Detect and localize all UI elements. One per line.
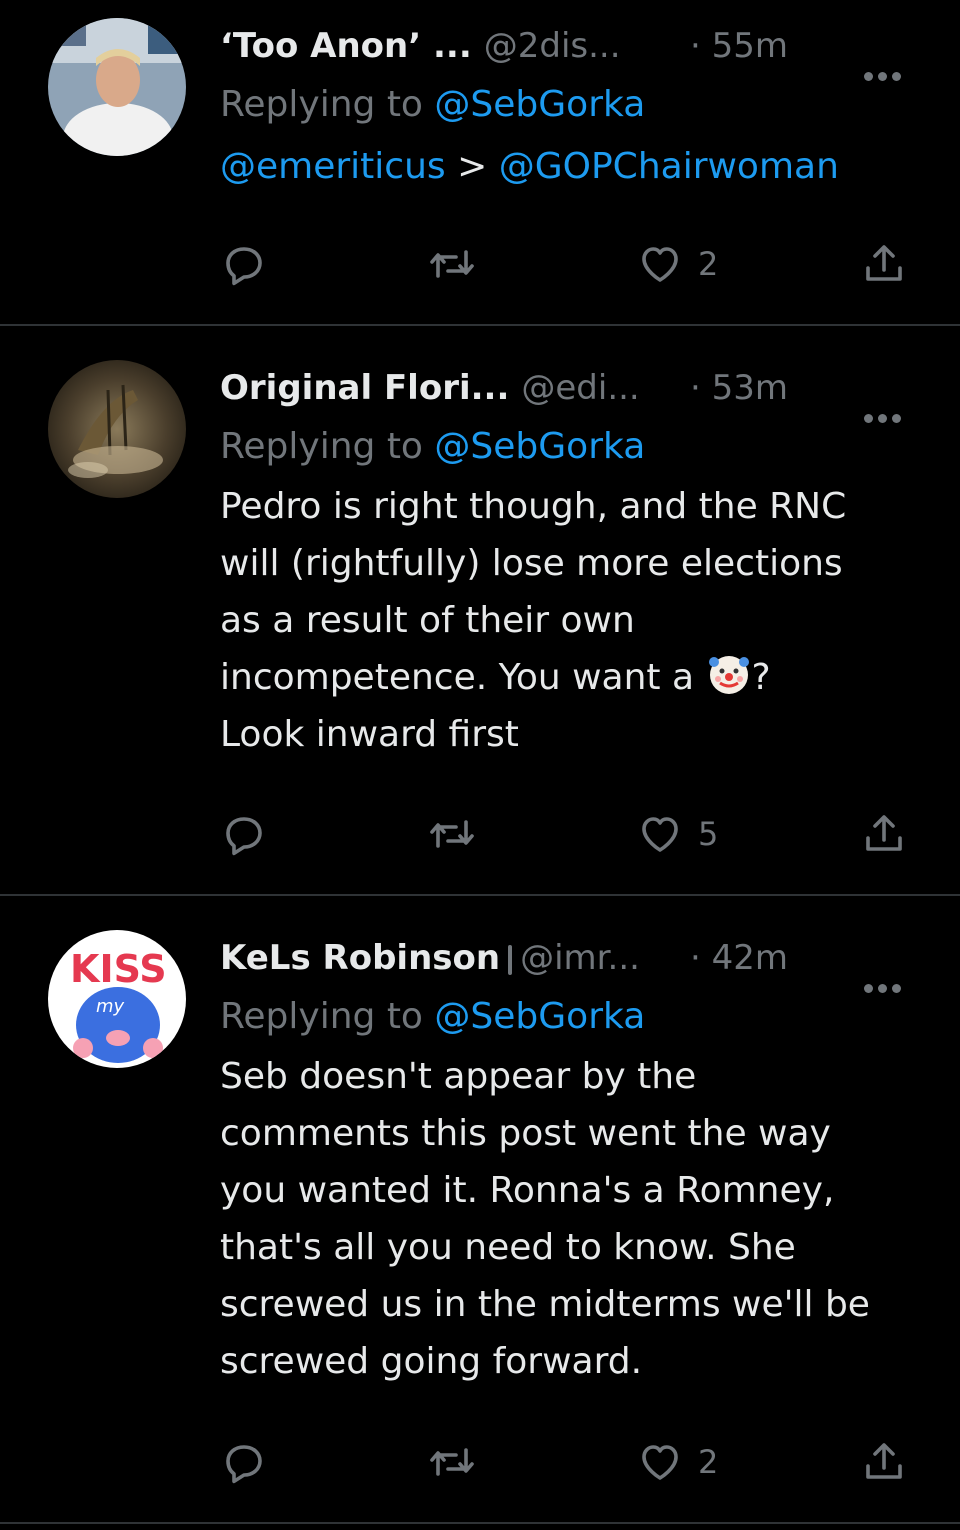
tweet-body: Pedro is right though, and the RNC will … xyxy=(220,478,920,763)
display-name[interactable]: ‘Too Anon’ ... xyxy=(220,26,472,66)
body-line: screwed going forward. xyxy=(220,1341,643,1382)
replying-to: Replying to @SebGorka xyxy=(220,986,920,1048)
timestamp[interactable]: · 53m xyxy=(690,360,788,416)
share-button[interactable] xyxy=(860,240,908,288)
reply-timeline: ‘Too Anon’ ... @2dis... · 55m Replying to… xyxy=(0,0,960,1530)
like-count: 5 xyxy=(698,815,719,853)
reply-button[interactable] xyxy=(220,240,268,288)
heart-icon xyxy=(642,817,678,852)
reply-icon xyxy=(226,247,262,286)
retweet-button[interactable] xyxy=(426,810,478,858)
replying-to-label: Replying to xyxy=(220,996,423,1037)
mention-link[interactable]: @emeriticus xyxy=(220,146,446,187)
share-icon xyxy=(866,245,902,281)
tweet-actions: 5 xyxy=(220,810,920,858)
replying-to-label: Replying to xyxy=(220,84,423,125)
tweet-2[interactable]: Original Flori... @edi... · 53m Replying … xyxy=(0,342,960,894)
tweet-header: KeLs Robinson @imr... · 42m xyxy=(220,930,920,993)
reply-icon xyxy=(226,1445,262,1484)
tweet-body: @emeriticus > @GOPChairwoman xyxy=(220,136,920,198)
share-button[interactable] xyxy=(860,1438,908,1486)
body-line: will (rightfully) lose more elections xyxy=(220,543,843,584)
divider xyxy=(0,324,960,326)
divider xyxy=(0,1522,960,1524)
avatar[interactable] xyxy=(48,360,186,498)
like-count: 2 xyxy=(698,245,719,283)
badge-icon xyxy=(508,944,513,975)
body-line: comments this post went the way xyxy=(220,1113,831,1154)
reply-button[interactable] xyxy=(220,1438,268,1486)
tweet-actions: 2 xyxy=(220,240,920,288)
share-button[interactable] xyxy=(860,810,908,858)
handle[interactable]: @2dis... xyxy=(484,26,621,66)
body-line: ? xyxy=(751,657,771,698)
body-line-with-emoji: incompetence. You want a ? xyxy=(220,649,920,706)
tweet-body: Seb doesn't appear by the comments this … xyxy=(220,1048,920,1390)
avatar-text: KISS xyxy=(70,947,167,991)
body-line: screwed us in the midterms we'll be xyxy=(220,1284,870,1325)
more-options-icon[interactable] xyxy=(864,384,908,423)
body-line: that's all you need to know. She xyxy=(220,1227,796,1268)
heart-icon xyxy=(642,1445,678,1480)
share-icon xyxy=(866,815,902,851)
like-count: 2 xyxy=(698,1443,719,1481)
avatar-text: my xyxy=(96,996,125,1017)
tweet-header: ‘Too Anon’ ... @2dis... · 55m xyxy=(220,18,920,81)
mention-link[interactable]: @GOPChairwoman xyxy=(499,146,839,187)
tweet-1[interactable]: ‘Too Anon’ ... @2dis... · 55m Replying to… xyxy=(0,0,960,324)
tweet-header: Original Flori... @edi... · 53m xyxy=(220,360,920,423)
reply-button[interactable] xyxy=(220,810,268,858)
more-options-icon[interactable] xyxy=(864,42,908,81)
retweet-icon xyxy=(430,820,474,848)
reply-icon xyxy=(226,817,262,856)
body-line: Pedro is right though, and the RNC xyxy=(220,486,847,527)
profile-photo-icon xyxy=(48,18,186,156)
body-line: Seb doesn't appear by the xyxy=(220,1056,697,1097)
tweet-actions: 2 xyxy=(220,1438,920,1486)
painting-avatar-icon xyxy=(48,360,186,498)
replying-to: Replying to @SebGorka xyxy=(220,416,920,478)
retweet-icon xyxy=(430,1448,474,1476)
avatar[interactable] xyxy=(48,18,186,156)
body-line: incompetence. You want a xyxy=(220,657,695,698)
avatar[interactable]: KISS my xyxy=(48,930,186,1068)
reply-mention-link[interactable]: @SebGorka xyxy=(434,426,645,467)
display-name[interactable]: KeLs Robinson xyxy=(220,938,500,978)
body-line: you wanted it. Ronna's a Romney, xyxy=(220,1170,835,1211)
divider xyxy=(0,894,960,896)
tweet-3[interactable]: KISS my KeLs Robinson @imr... · 42m Reply… xyxy=(0,912,960,1512)
timestamp[interactable]: · 55m xyxy=(690,18,788,74)
like-button[interactable]: 2 xyxy=(636,240,718,288)
reply-mention-link[interactable]: @SebGorka xyxy=(434,996,645,1037)
replying-to-label: Replying to xyxy=(220,426,423,467)
timestamp[interactable]: · 42m xyxy=(690,930,788,986)
handle[interactable]: @edi... xyxy=(521,368,639,408)
replying-to: Replying to @SebGorka xyxy=(220,74,920,136)
body-line: as a result of their own xyxy=(220,600,635,641)
kiss-my-avatar-icon: KISS my xyxy=(48,930,186,1068)
body-line: Look inward first xyxy=(220,714,519,755)
like-button[interactable]: 2 xyxy=(636,1438,718,1486)
reply-mention-link[interactable]: @SebGorka xyxy=(434,84,645,125)
clown-emoji-icon xyxy=(706,651,752,697)
share-icon xyxy=(866,1443,902,1479)
handle[interactable]: @imr... xyxy=(520,938,640,978)
display-name[interactable]: Original Flori... xyxy=(220,368,509,408)
retweet-button[interactable] xyxy=(426,240,478,288)
retweet-button[interactable] xyxy=(426,1438,478,1486)
heart-icon xyxy=(642,247,678,282)
like-button[interactable]: 5 xyxy=(636,810,718,858)
separator-text: > xyxy=(457,146,488,187)
retweet-icon xyxy=(430,250,474,278)
more-options-icon[interactable] xyxy=(864,954,908,993)
